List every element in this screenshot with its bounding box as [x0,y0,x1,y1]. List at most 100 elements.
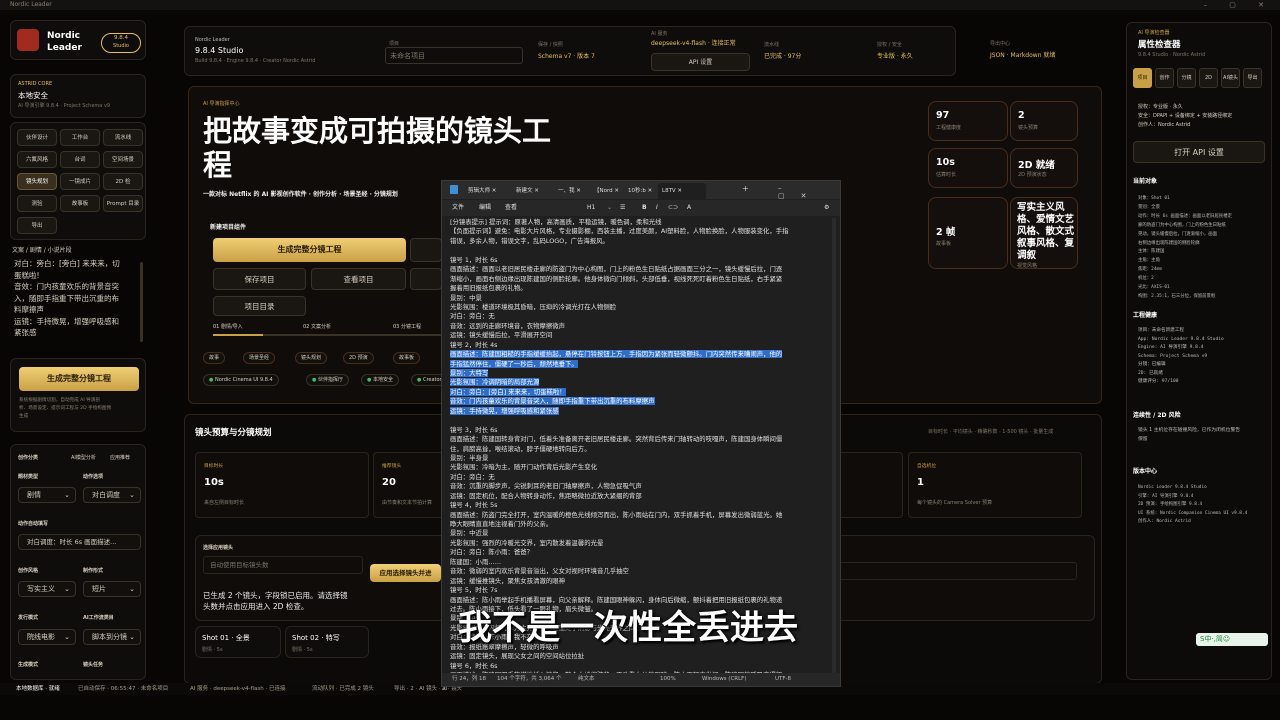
form-ai-tab[interactable]: AI模型分析 [71,454,96,461]
more-project-button[interactable] [410,268,442,290]
stat-label: 2D 预演状态 [1018,172,1047,178]
link-icon[interactable]: ⊂⊃ [668,200,678,216]
header-sub: Build 9.8.4 · Engine 9.8.4 · Creator Nor… [195,58,316,64]
style-select[interactable]: 写实主义 ⌄ [18,581,76,597]
notepad-window-controls[interactable]: –▢✕ [778,184,840,200]
more-generate-button[interactable] [410,238,442,262]
status-chip-0: ● Nordic Cinema UI 9.8.4 [203,374,279,386]
nav-item-3[interactable]: 六氟风格 [17,151,57,168]
list-icon[interactable]: ☰ [620,200,625,216]
shot-card-1[interactable]: Shot 01 · 全景 剧情 · 5s [195,626,281,658]
notepad-tab-1[interactable]: 新建文 ✕ [512,185,548,197]
budget-title: 镜头预算与分镜规划 [195,428,272,438]
workflow-select[interactable]: 脚本到分镜 ⌄ [83,629,141,645]
apply-input[interactable]: 自动使用目标镜头数 [203,556,363,574]
notepad-tab-3[interactable]: 【Nord ✕ [590,185,626,197]
clear-format-icon[interactable]: A [687,200,691,216]
inspector-line: 健康评分: 97/100 [1138,379,1179,384]
text-line: 手指猛然停住，僵硬了一秒后，颓然地垂下。 [450,359,834,369]
genre-select[interactable]: 剧情 ⌄ [18,487,76,503]
bold-icon[interactable]: B [642,200,647,216]
script-scrollbar[interactable] [140,262,143,342]
inspector-line: 分镜：已编辑 [1138,362,1166,367]
project-dir-button[interactable]: 项目目录 [213,296,306,316]
apply-right-field[interactable] [835,562,1077,580]
chevron-down-icon: ⌄ [129,585,135,593]
left-generate-button[interactable]: 生成完整分镜工程 [19,367,139,391]
inspector-tab-4[interactable]: AI镜头 [1221,68,1240,88]
core-panel: ASTRID CORE 本地安全 AI 导演引擎 9.8.4 · Project… [10,74,146,118]
nav-item-7[interactable]: 一镜成片 [60,173,100,190]
text-line-content: 【负面提示词】避免：电影大片风格，专业摄影棚，西装主播，过度美颜，AI塑料脸，人… [450,227,789,236]
text-line: 景别：大特写 [450,369,834,378]
release-select[interactable]: 院线电影 ⌄ [18,629,76,645]
add-tab-icon[interactable]: + [742,184,749,193]
nav-item-6[interactable]: 镜头规划 [17,173,57,190]
stat-value: 写实主义风格、爱情文艺风格、散文式叙事风格、复调叙 [1017,202,1075,261]
inspector-tab-3[interactable]: 2D [1199,68,1218,88]
api-settings-button[interactable]: API 设置 [651,53,750,71]
nav-item-4[interactable]: 台词 [60,151,100,168]
notepad-scrollbar[interactable] [832,218,836,673]
heading-format-select[interactable]: H1 [587,200,595,216]
menu-view[interactable]: 查看 [505,200,517,216]
inspector-line: 晃动，镜头缓慢后拉，门逐渐缩小，画面 [1138,231,1218,237]
notepad-tab-2[interactable]: 一、我 ✕ [554,185,590,197]
current-object-title: 当前对象 [1133,178,1158,185]
nav-item-8[interactable]: 2D 检 [103,173,143,190]
settings-gear-icon[interactable]: ⚙ [824,200,829,216]
ime-toolbar[interactable]: S中·,简☺ [1196,633,1268,646]
text-line: 画面描述：陈建国转身背对门，低着头准备离开老旧居民楼走廊。突然背后传来门轴转动的… [450,435,834,444]
flow-pill-2[interactable]: 镜头规划 [295,352,328,364]
script-textarea[interactable]: 对白：旁白：[旁白] 来来来，切 蛋糕啦! 音效：门内孩童欢乐的背景音突 入，随即手指… [14,258,138,348]
notepad-tab-0[interactable]: 剪辑大师 ✕ [464,185,500,197]
nav-item-5[interactable]: 空间场景 [103,151,143,168]
nav-item-11[interactable]: Prompt 目录 [103,195,143,212]
notepad-tab-4[interactable]: 10秒:b ✕ [624,185,660,197]
auto-fill-field[interactable]: 对白调度：时长 6s 画面描述... [18,534,141,550]
apply-button[interactable]: 应用选择镜头并进 [370,564,441,582]
menu-file[interactable]: 文件 [452,200,464,216]
status-item-1: 已自动保存 · 06:55:47 · 未命名项目 [78,686,169,692]
schema-value: Schema v7 · 版本 7 [538,53,595,60]
form-recommend-tab[interactable]: 应用推荐 [110,454,130,461]
nav-item-1[interactable]: 工作台 [60,129,100,146]
inspector-tab-2[interactable]: 分镜 [1177,68,1196,88]
inspector-tab-1[interactable]: 创作 [1155,68,1174,88]
flow-pill-0[interactable]: 故事 [203,352,226,364]
action-select[interactable]: 对白调度 ⌄ [83,487,141,503]
menu-edit[interactable]: 编辑 [479,200,491,216]
notepad-status-2: 纯文本 [578,676,595,682]
nav-item-10[interactable]: 故事板 [60,195,100,212]
project-input[interactable]: 未命名项目 [385,47,523,64]
nav-item-12[interactable]: 导出 [17,217,57,234]
text-line-content: 对白：旁白：[旁白] 来来来，切蛋糕啦！ [450,387,566,396]
nav-item-0[interactable]: 伙伴设计 [17,129,57,146]
shot-task-label: 镜头任务 [83,662,104,668]
text-line: 光影氛围：冷调阴暗的局部光源 [450,378,834,387]
flow-pill-1[interactable]: 场景圣经 [243,352,276,364]
chevron-down-icon[interactable]: ⌄ [607,200,612,216]
flow-pill-4[interactable]: 故事板 [393,352,421,364]
nav-item-2[interactable]: 流水线 [103,129,143,146]
window-controls[interactable]: – ▢ ✕ [1204,0,1274,10]
apply-desc: 已生成 2 个镜头，字段锁已启用。请选择镜 头数并点击应用进入 2D 检查。 [203,591,348,611]
text-line: 陈建国：小雨…… [450,558,834,567]
stat-card-4: 2 帧故事板 [928,197,1008,269]
notepad-tab-5[interactable]: L8TV ✕ [658,183,706,199]
budget-card-desc: 来自左侧目标时长 [204,500,245,506]
format-select[interactable]: 短片 ⌄ [83,581,141,597]
open-api-settings-button[interactable]: 打开 API 设置 [1133,141,1265,163]
inspector-tab-0[interactable]: 项目 [1133,68,1152,88]
shot-card-2[interactable]: Shot 02 · 特写 剧情 · 5s [285,626,369,658]
inspector-line: 廊的防盗门为中心构图，门上的粉色生日贴纸 [1138,222,1226,228]
save-project-button[interactable]: 保存项目 [213,268,306,290]
inspector-tab-5[interactable]: 导出 [1243,68,1262,88]
view-project-button[interactable]: 查看项目 [311,268,406,290]
italic-icon[interactable]: I [656,200,658,216]
nav-item-9[interactable]: 测验 [17,195,57,212]
hero-generate-button[interactable]: 生成完整分镜工程 [213,238,406,262]
form-category-tab[interactable]: 创作分类 [18,454,38,461]
flow-pill-3[interactable]: 2D 预演 [343,352,374,364]
stat-card-3: 2D 就绪 2D 预演状态 [1010,148,1078,188]
